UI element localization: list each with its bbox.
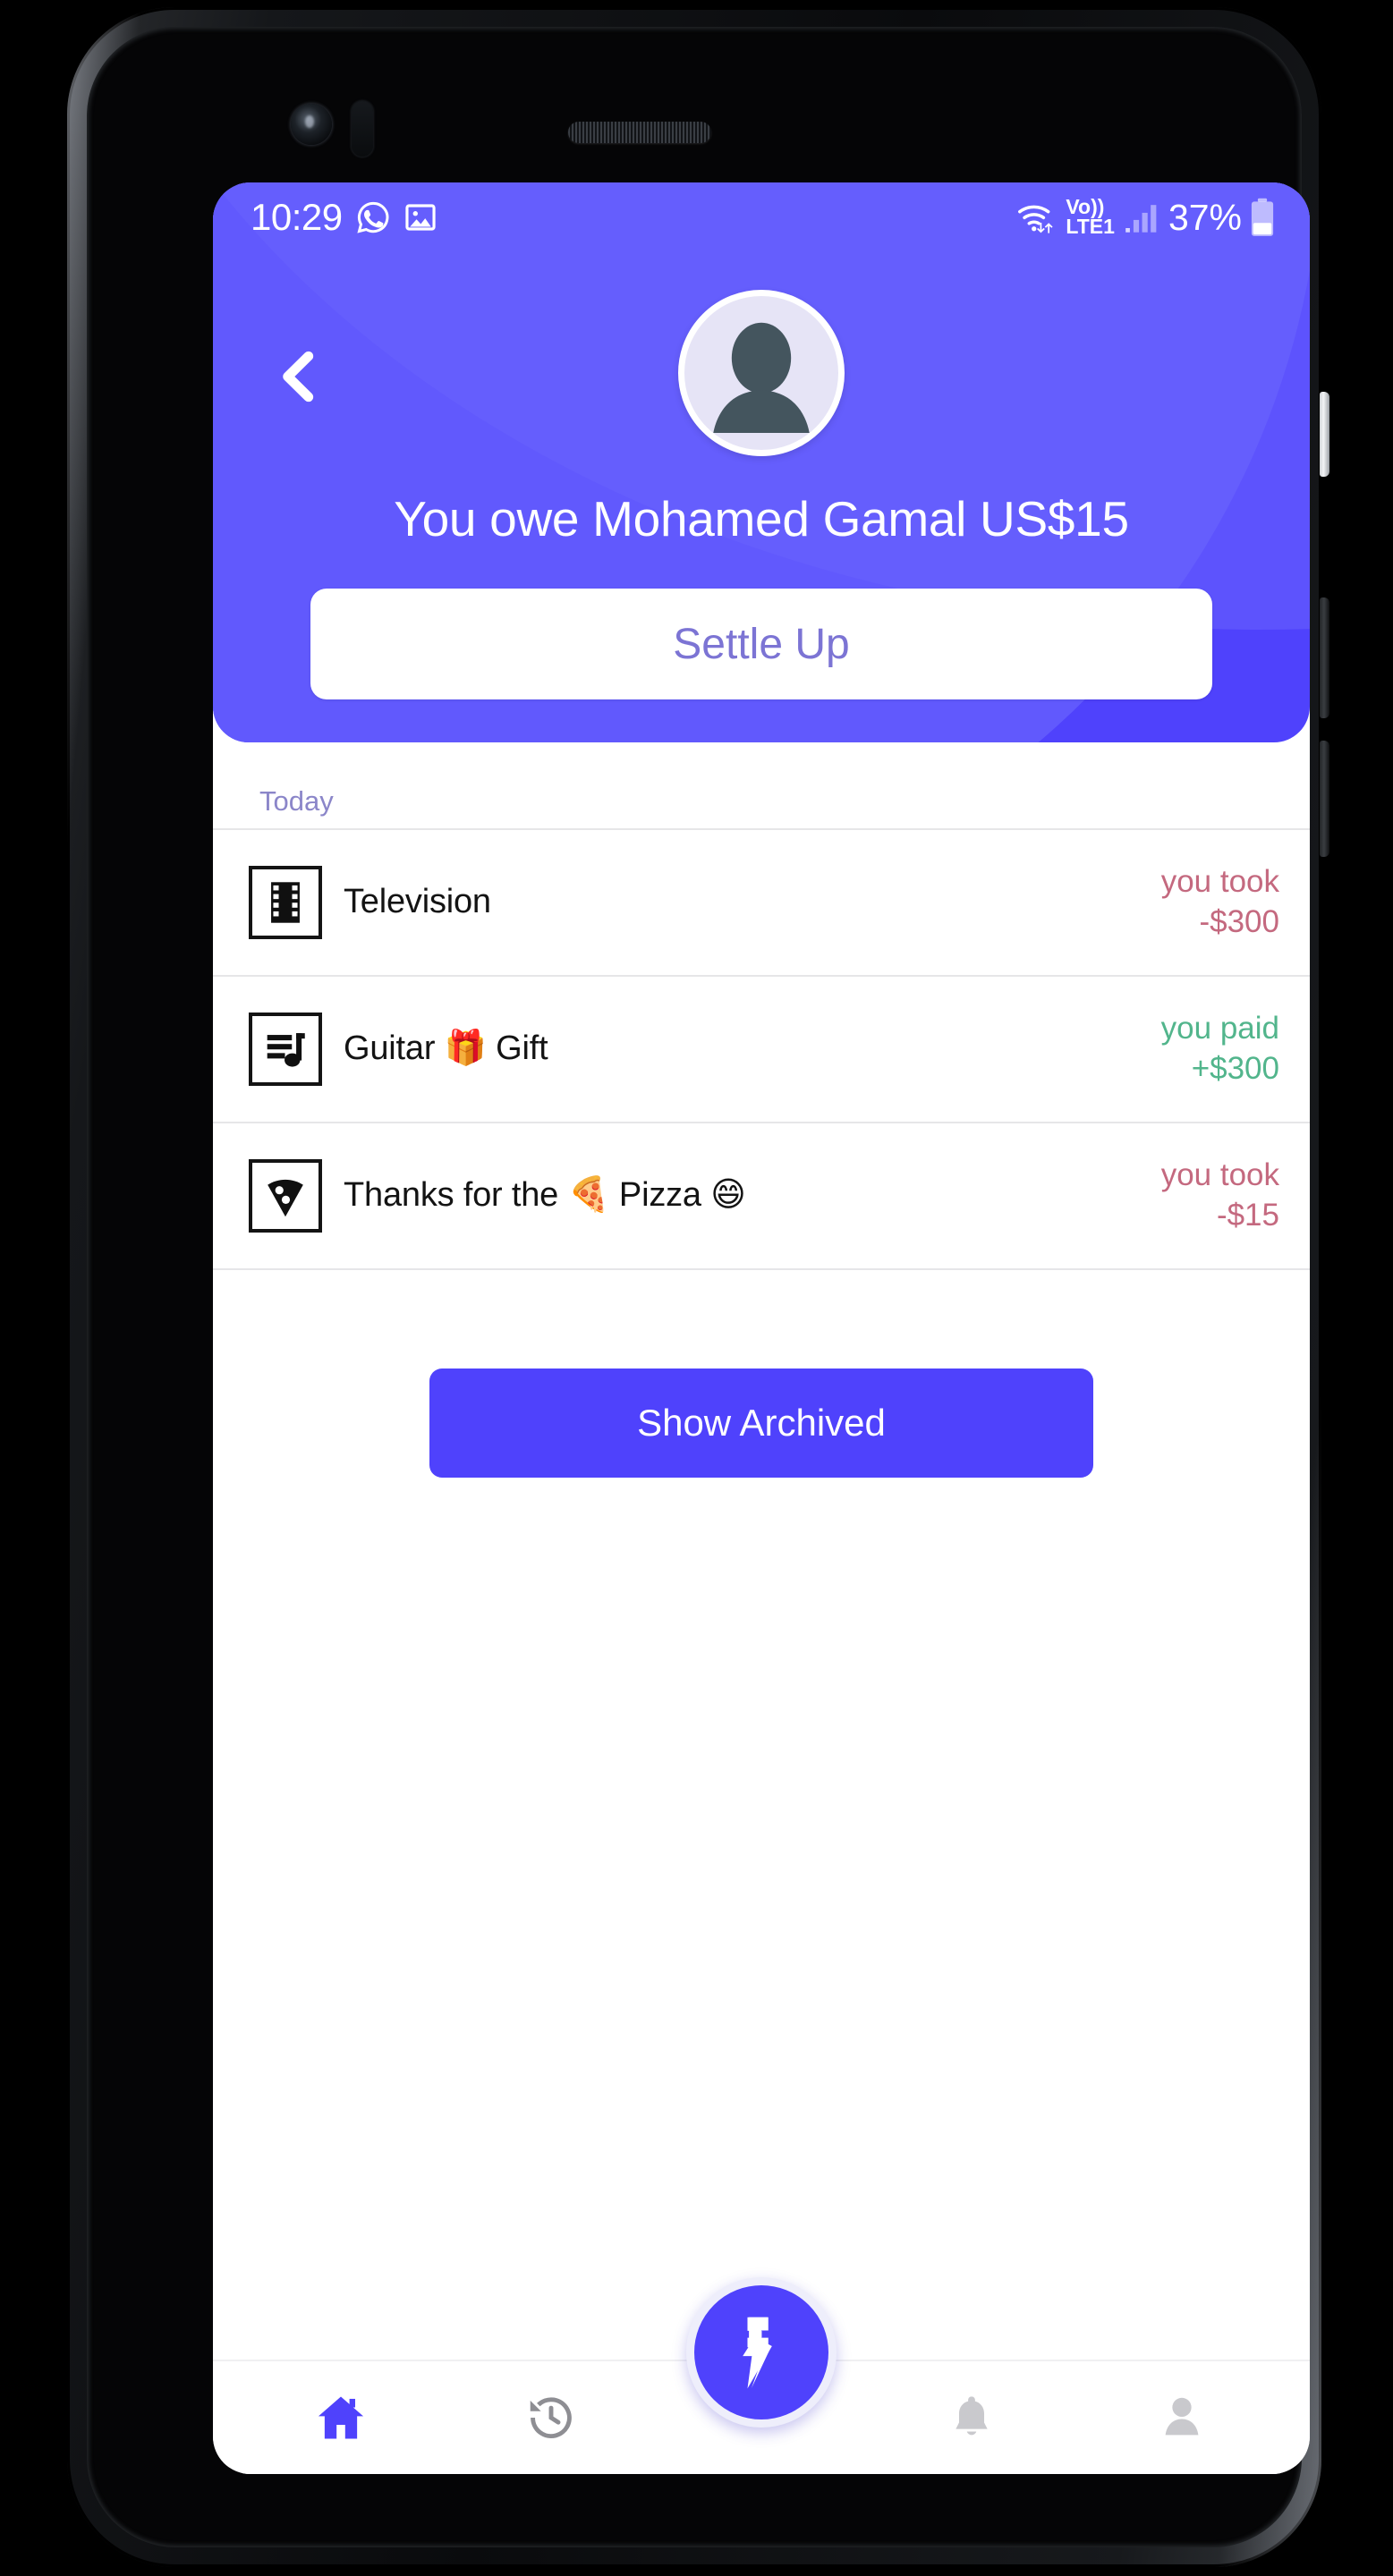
- pizza-slice-icon: [249, 1159, 322, 1233]
- front-camera-icon: [291, 104, 332, 145]
- transaction-title: Television: [344, 883, 491, 921]
- table-row[interactable]: Guitar 🎁 Gift you paid +$300: [213, 975, 1310, 1122]
- app-header: 10:29 Vo)) LTE1 37% You owe Mohamed Gama…: [213, 182, 1310, 742]
- music-playlist-icon: [249, 1013, 322, 1086]
- status-clock: 10:29: [251, 196, 343, 238]
- home-icon: [319, 2396, 364, 2439]
- profile-person-icon: [1165, 2397, 1198, 2436]
- transaction-amount: you paid +$300: [1161, 1009, 1279, 1089]
- status-bar-left: 10:29: [251, 196, 437, 239]
- transaction-amount-value: -$15: [1216, 1198, 1279, 1233]
- table-row[interactable]: Television you took -$300: [213, 828, 1310, 975]
- whatsapp-icon: [357, 201, 389, 233]
- power-button[interactable]: [1320, 392, 1329, 477]
- phone-frame: 10:29 Vo)) LTE1 37% You owe Mohamed Gama…: [67, 7, 1329, 2567]
- avatar[interactable]: [678, 290, 845, 456]
- phone-screen: 10:29 Vo)) LTE1 37% You owe Mohamed Gama…: [213, 182, 1310, 2474]
- nav-item-history[interactable]: [484, 2390, 618, 2445]
- status-bar-right: Vo)) LTE1 37%: [1015, 197, 1276, 239]
- signal-bars-icon: [1125, 205, 1157, 233]
- balance-title: You owe Mohamed Gamal US$15: [394, 491, 1129, 547]
- proximity-sensor-icon: [352, 101, 373, 157]
- section-date-label: Today: [259, 785, 334, 817]
- earpiece-speaker-icon: [568, 122, 711, 143]
- wifi-data-icon: [1018, 205, 1053, 233]
- transaction-amount-value: +$300: [1191, 1051, 1279, 1086]
- transaction-amount: you took -$15: [1161, 1156, 1279, 1236]
- person-avatar-icon: [713, 322, 810, 434]
- table-row[interactable]: Thanks for the 🍕 Pizza 😄 you took -$15: [213, 1122, 1310, 1268]
- transaction-amount-value: -$300: [1199, 904, 1279, 939]
- lightning-bolt-icon: [743, 2317, 772, 2389]
- film-strip-icon: [249, 866, 322, 939]
- volume-up-button[interactable]: [1320, 597, 1329, 718]
- nav-item-profile[interactable]: [1115, 2392, 1249, 2444]
- photo-icon: [404, 204, 436, 231]
- battery-icon: [1251, 198, 1274, 236]
- transaction-amount-label: you paid: [1160, 1011, 1279, 1046]
- nav-item-notifications[interactable]: [905, 2392, 1039, 2444]
- history-clock-icon: [530, 2397, 573, 2438]
- volte-label: Vo)) LTE1: [1066, 195, 1115, 238]
- nav-item-home[interactable]: [274, 2389, 408, 2446]
- transaction-title: Guitar 🎁 Gift: [344, 1030, 548, 1068]
- transaction-amount-label: you took: [1160, 1157, 1279, 1193]
- volume-down-button[interactable]: [1320, 741, 1329, 857]
- list-bottom-divider: [213, 1268, 1310, 1270]
- transaction-amount-label: you took: [1160, 864, 1279, 900]
- back-button[interactable]: [256, 335, 342, 420]
- add-expense-fab[interactable]: [686, 2277, 837, 2428]
- status-bar: 10:29 Vo)) LTE1 37%: [213, 182, 1310, 252]
- battery-percent-label: 37%: [1168, 196, 1242, 238]
- transaction-amount: you took -$300: [1161, 862, 1279, 943]
- back-chevron-icon: [283, 351, 314, 402]
- transaction-title: Thanks for the 🍕 Pizza 😄: [344, 1176, 746, 1215]
- bell-icon: [956, 2396, 988, 2436]
- show-archived-button[interactable]: Show Archived: [429, 1368, 1093, 1478]
- settle-up-button[interactable]: Settle Up: [310, 589, 1212, 699]
